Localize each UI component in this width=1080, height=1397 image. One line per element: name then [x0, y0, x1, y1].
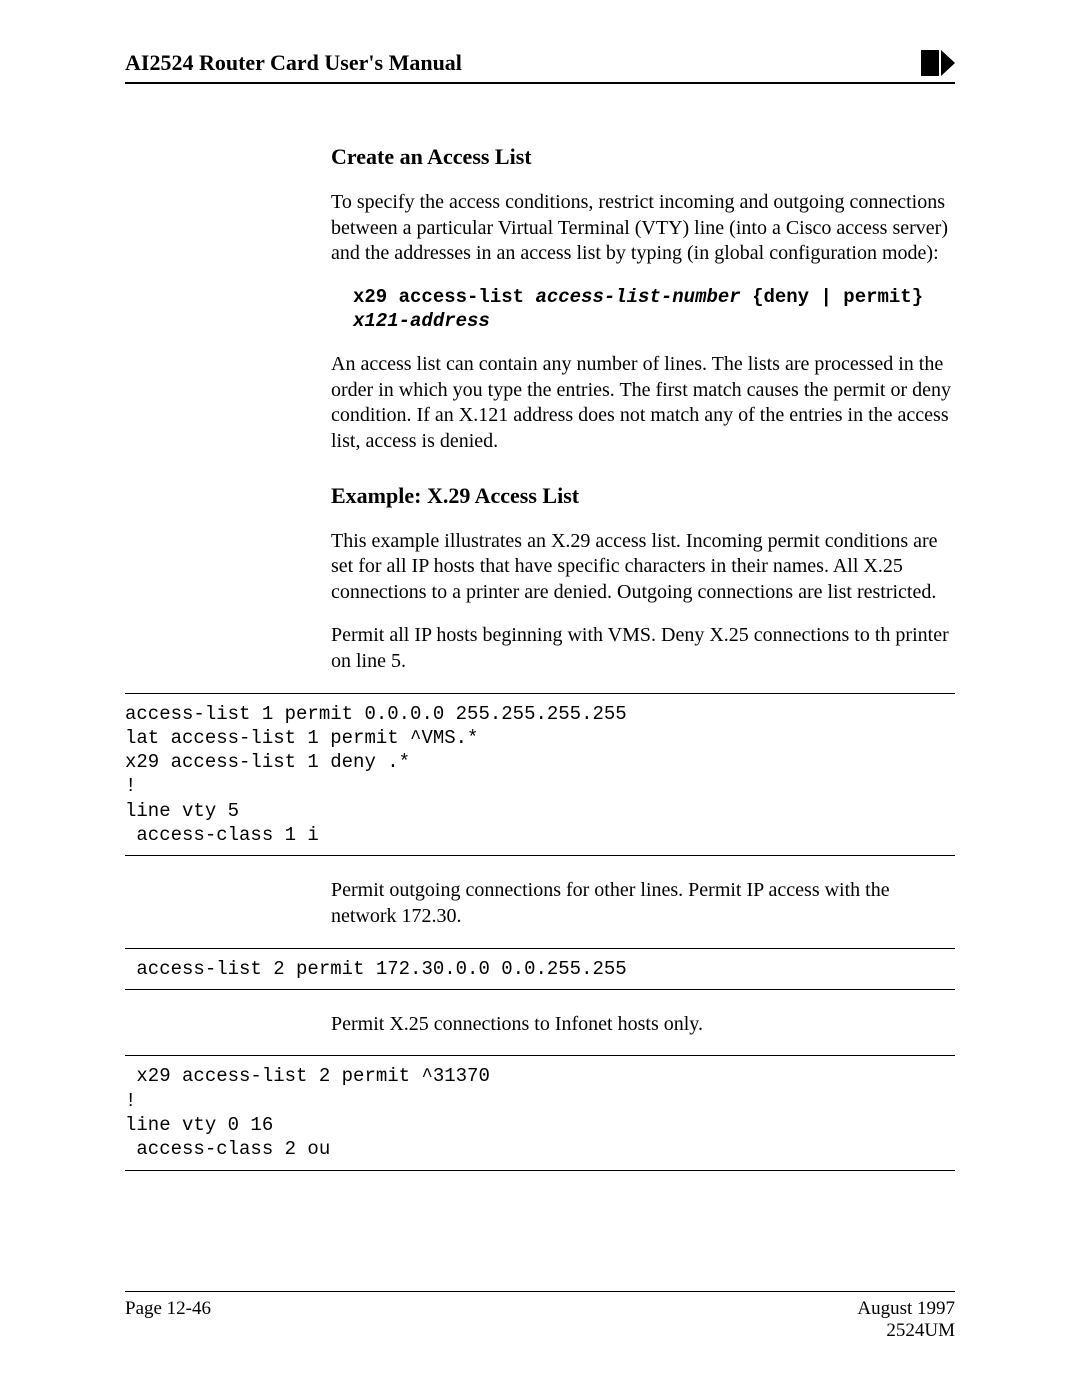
footer-date: August 1997: [857, 1298, 955, 1320]
paragraph: An access list can contain any number of…: [331, 352, 955, 454]
footer-right: August 1997 2524UM: [857, 1298, 955, 1342]
code-listing: access-list 2 permit 172.30.0.0 0.0.255.…: [125, 957, 955, 981]
code-listing: access-list 1 permit 0.0.0.0 255.255.255…: [125, 702, 955, 848]
divider: [125, 693, 955, 694]
code-block-3: x29 access-list 2 permit ^31370 ! line v…: [125, 1055, 955, 1170]
footer-docid: 2524UM: [857, 1320, 955, 1342]
page-footer: Page 12-46 August 1997 2524UM: [125, 1291, 955, 1342]
paragraph: This example illustrates an X.29 access …: [331, 529, 955, 606]
divider: [125, 948, 955, 949]
divider: [125, 1170, 955, 1171]
command-syntax: x29 access-list access-list-number {deny…: [353, 285, 955, 334]
document-page: AI2524 Router Card User's Manual Create …: [0, 0, 1080, 1382]
section-heading-create: Create an Access List: [331, 144, 955, 170]
header-title: AI2524 Router Card User's Manual: [125, 50, 462, 76]
logo-icon: [921, 50, 955, 76]
divider: [125, 855, 955, 856]
paragraph: Permit outgoing connections for other li…: [331, 878, 955, 929]
section-heading-example: Example: X.29 Access List: [331, 483, 955, 509]
footer-page-number: Page 12-46: [125, 1298, 211, 1320]
paragraph: Permit all IP hosts beginning with VMS. …: [331, 623, 955, 674]
code-block-1: access-list 1 permit 0.0.0.0 255.255.255…: [125, 693, 955, 857]
code-listing: x29 access-list 2 permit ^31370 ! line v…: [125, 1064, 955, 1161]
divider: [125, 1055, 955, 1056]
content-column: Permit X.25 connections to Infonet hosts…: [331, 1012, 955, 1038]
paragraph: To specify the access conditions, restri…: [331, 190, 955, 267]
cmd-param: access-list-number: [535, 286, 740, 308]
cmd-text: {deny | permit}: [741, 286, 923, 308]
divider: [125, 989, 955, 990]
cmd-text: x29 access-list: [353, 286, 535, 308]
content-column: Create an Access List To specify the acc…: [331, 144, 955, 675]
paragraph: Permit X.25 connections to Infonet hosts…: [331, 1012, 955, 1038]
content-column: Permit outgoing connections for other li…: [331, 878, 955, 929]
page-header: AI2524 Router Card User's Manual: [125, 50, 955, 84]
code-block-2: access-list 2 permit 172.30.0.0 0.0.255.…: [125, 948, 955, 990]
cmd-param: x121-address: [353, 310, 490, 332]
